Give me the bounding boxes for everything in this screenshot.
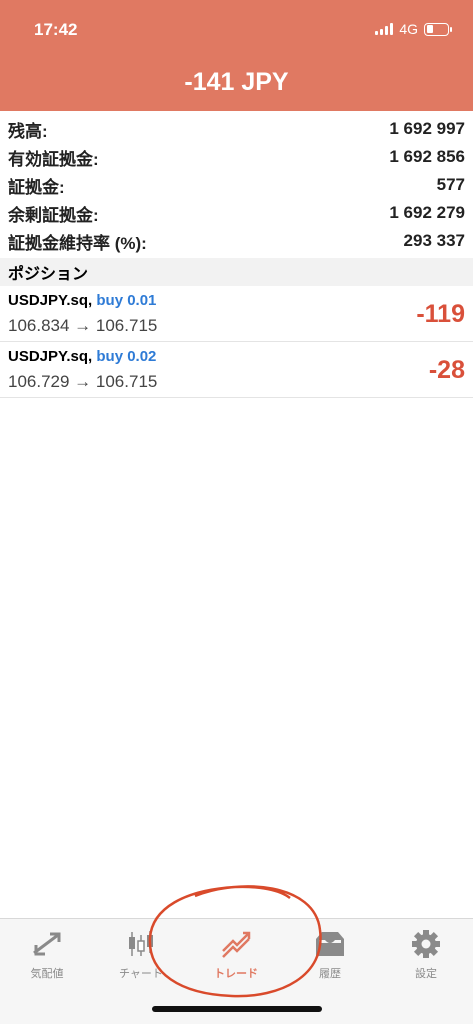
tab-chart[interactable]: チャート [101,929,181,981]
free-margin-value: 1 692 279 [389,203,465,222]
home-indicator [152,1006,322,1012]
position-profit: -28 [428,356,465,384]
status-indicators: 4G [375,21,452,37]
balance-value: 1 692 997 [389,119,465,138]
chart-icon [129,931,153,956]
tab-trade[interactable]: トレード [196,929,276,981]
position-row[interactable]: USDJPY.sq, buy 0.01 106.834 → 106.715 -1… [0,286,473,342]
margin-level-label: 証拠金維持率 (%): [8,233,147,253]
margin-row: 証拠金: 577 [0,171,473,199]
balance-label: 残高: [8,121,48,141]
margin-value: 577 [436,175,465,194]
position-direction: buy 0.02 [96,348,157,365]
tab-label: 設定 [415,968,437,980]
tab-label: トレード [214,968,258,980]
position-row[interactable]: USDJPY.sq, buy 0.02 106.729 → 106.715 -2… [0,342,473,398]
status-bar: 17:42 4G [0,0,473,60]
battery-icon [424,22,452,36]
tab-label: 履歴 [319,968,341,980]
history-icon [316,932,344,956]
positions-section-header: ポジション [0,258,473,286]
equity-value: 1 692 856 [389,147,465,166]
quotes-icon [33,932,61,956]
position-prices: 106.834 → 106.715 [8,316,158,335]
position-symbol: USDJPY.sq, [8,292,93,309]
tab-history[interactable]: 履歴 [290,929,370,981]
account-summary: 残高: 1 692 997 有効証拠金: 1 692 856 証拠金: 577 余剰証… [0,115,473,255]
positions-list: USDJPY.sq, buy 0.01 106.834 → 106.715 -1… [0,286,473,398]
margin-label: 証拠金: [8,177,65,197]
margin-level-value: 293 337 [403,231,465,250]
position-direction: buy 0.01 [96,292,157,309]
settings-icon [412,930,440,958]
margin-level-row: 証拠金維持率 (%): 293 337 [0,227,473,255]
account-total-profit: -141 JPY [184,68,289,96]
equity-row: 有効証拠金: 1 692 856 [0,143,473,171]
equity-label: 有効証拠金: [8,149,99,169]
position-profit: -119 [416,300,465,328]
free-margin-label: 余剰証拠金: [8,205,99,225]
tab-settings[interactable]: 設定 [386,929,466,981]
tab-label: 気配値 [30,968,64,980]
balance-row: 残高: 1 692 997 [0,115,473,143]
network-label: 4G [399,21,418,37]
trade-icon [222,931,251,958]
position-symbol: USDJPY.sq, [8,348,93,365]
status-time: 17:42 [34,20,78,39]
header-bar: 17:42 4G -141 JPY [0,0,473,111]
tab-label: チャート [119,968,163,980]
free-margin-row: 余剰証拠金: 1 692 279 [0,199,473,227]
position-prices: 106.729 → 106.715 [8,372,158,391]
tab-quotes[interactable]: 気配値 [7,929,87,981]
signal-icon [375,23,394,35]
